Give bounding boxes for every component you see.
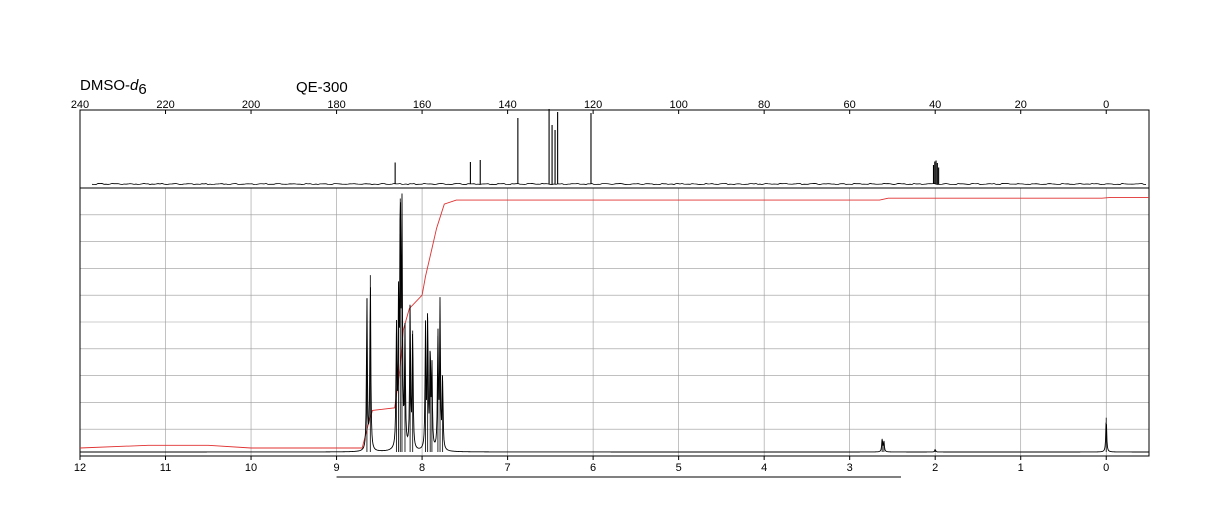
c13-baseline — [91, 182, 1147, 186]
c13-tick-label: 120 — [584, 99, 602, 111]
c13-spectrum-panel: 240 220 200 180 160 140 120 100 80 60 40 20 0 — [71, 99, 1150, 189]
h1-tick-label: 1 — [1018, 462, 1024, 474]
c13-tick-label: 40 — [929, 99, 941, 111]
h1-spectrum-panel: 12 11 10 9 8 7 6 5 4 3 2 1 0 — [74, 187, 1150, 478]
c13-tick-label: 160 — [413, 99, 431, 111]
h1-tick-label: 9 — [333, 462, 339, 474]
h1-tick-label: 0 — [1103, 462, 1109, 474]
h1-tick-label: 12 — [74, 462, 86, 474]
c13-tick-label: 240 — [71, 99, 89, 111]
h1-tick-label: 10 — [245, 462, 257, 474]
c13-frame — [79, 109, 1150, 189]
c13-tick-label: 100 — [669, 99, 687, 111]
h1-tick-label: 5 — [676, 462, 682, 474]
h1-tick-label: 6 — [590, 462, 596, 474]
h1-tick-label: 7 — [505, 462, 511, 474]
c13-tick-label: 20 — [1015, 99, 1027, 111]
h1-integral-curve — [79, 196, 1149, 449]
c13-tick-label: 220 — [156, 99, 174, 111]
c13-tick-label: 200 — [242, 99, 260, 111]
h1-tick-label: 8 — [419, 462, 425, 474]
h1-tick-label: 2 — [932, 462, 938, 474]
c13-tick-label: 0 — [1103, 99, 1109, 111]
h1-tick-label: 3 — [847, 462, 853, 474]
h1-spectrum-line — [80, 193, 1149, 453]
h1-tick-label: 4 — [761, 462, 767, 474]
c13-tick-label: 140 — [498, 99, 516, 111]
nmr-figure: 240 220 200 180 160 140 120 100 80 60 40 20 0 12 11 10… — [71, 99, 1150, 478]
h1-tick-label: 11 — [160, 462, 171, 474]
c13-tick-label: 180 — [327, 99, 345, 111]
c13-tick-label: 80 — [758, 99, 770, 111]
c13-tick-label: 60 — [844, 99, 856, 111]
